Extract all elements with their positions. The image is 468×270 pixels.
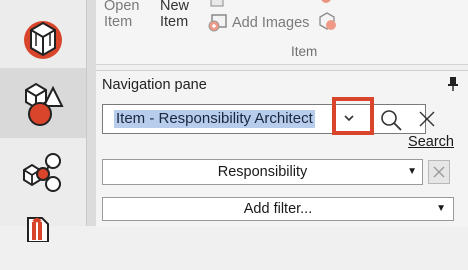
new-item-label-line1: New [160, 0, 190, 14]
search-icon[interactable] [379, 108, 403, 132]
open-item-label-line2: Item [104, 14, 133, 30]
open-item-button[interactable]: Open Item [104, 0, 139, 30]
close-icon [433, 166, 445, 178]
responsibility-select-value: Responsibility [217, 164, 308, 180]
search-input-value: Item - Responsibility Architect [114, 110, 315, 128]
shapes-icon [25, 82, 64, 126]
pin-icon[interactable] [448, 77, 458, 91]
relationship-icon [23, 153, 61, 192]
rail-button-item-structure[interactable] [0, 4, 86, 74]
responsibility-select[interactable]: Responsibility ▼ [102, 159, 423, 185]
rail-button-documents[interactable] [0, 200, 86, 270]
left-rail [0, 0, 86, 242]
close-icon[interactable] [417, 109, 437, 129]
new-item-label-line2: Item [160, 14, 189, 30]
navigation-pane-title: Navigation pane [102, 77, 207, 93]
add-filter-dropdown[interactable]: Add filter... ▼ [102, 197, 454, 221]
item-structure-icon [24, 21, 62, 59]
search-input[interactable]: Item - Responsibility Architect [102, 104, 426, 134]
add-images-icon [208, 14, 227, 32]
rail-splitter[interactable] [86, 0, 96, 226]
rail-button-relationships[interactable] [0, 138, 86, 208]
add-filter-label: Add filter... [243, 201, 313, 217]
ribbon: Open Item New Item Add Images Item [96, 0, 468, 65]
cube-icon-partial [321, 0, 331, 3]
open-item-label-line1: Open [104, 0, 140, 14]
chevron-down-icon[interactable] [343, 114, 355, 122]
clear-responsibility-button[interactable] [428, 160, 450, 184]
dropdown-arrow-icon: ▼ [407, 166, 417, 177]
add-images-label: Add Images [232, 15, 310, 31]
document-icon [27, 217, 49, 242]
ribbon-group-label: Item [291, 44, 318, 59]
copy-icon [210, 0, 224, 7]
rail-button-shapes[interactable] [0, 68, 86, 138]
navigation-pane: Navigation pane Item - Responsibility Ar… [96, 70, 468, 227]
search-link[interactable]: Search [408, 134, 454, 150]
item-type-icon[interactable] [317, 10, 339, 32]
dropdown-arrow-icon: ▼ [436, 203, 446, 214]
new-item-button[interactable]: New Item [160, 0, 189, 30]
